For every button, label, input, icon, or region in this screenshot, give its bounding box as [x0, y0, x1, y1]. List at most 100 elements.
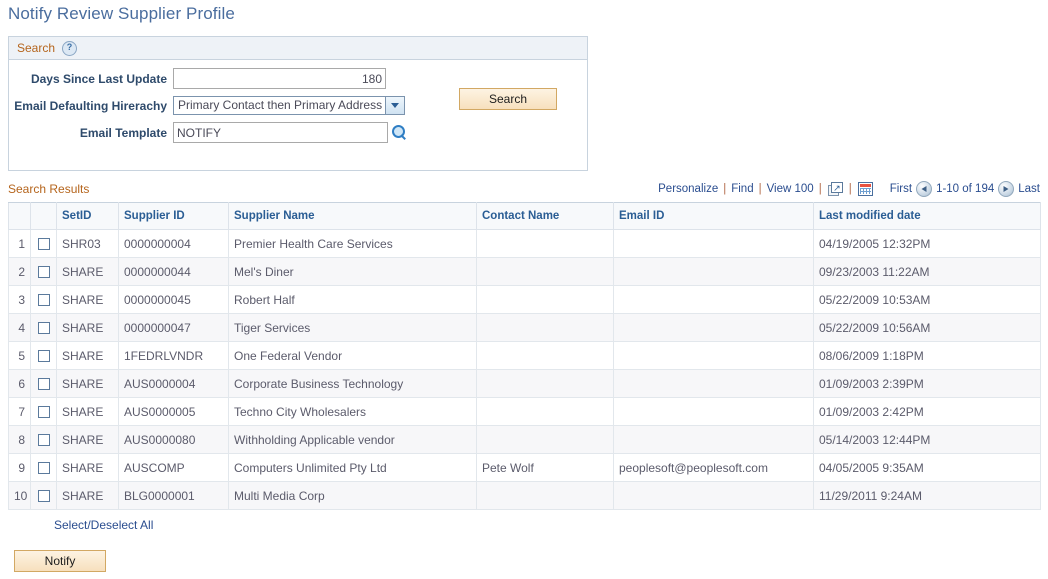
- row-checkbox[interactable]: [37, 490, 50, 503]
- cell-last-modified-date: 05/14/2003 12:44PM: [813, 425, 1041, 454]
- row-checkbox[interactable]: [37, 238, 50, 251]
- cell-supplier-id: 0000000047: [118, 313, 229, 342]
- personalize-link[interactable]: Personalize: [658, 183, 718, 195]
- email-template-input[interactable]: [173, 122, 388, 143]
- row-checkbox[interactable]: [37, 434, 50, 447]
- cell-setid: SHARE: [56, 257, 119, 286]
- row-checkbox[interactable]: [37, 322, 50, 335]
- cell-supplier-id: 0000000004: [118, 229, 229, 258]
- table-row: 9 SHARE AUSCOMP Computers Unlimited Pty Ltd…: [8, 453, 1041, 482]
- cell-email-id: [613, 397, 814, 426]
- search-panel-title: Search: [17, 41, 56, 55]
- email-template-row: Email Template: [9, 122, 587, 143]
- chevron-down-icon[interactable]: [385, 97, 404, 114]
- cell-supplier-name: Withholding Applicable vendor: [228, 425, 477, 454]
- cell-supplier-id: AUSCOMP: [118, 453, 229, 482]
- column-header-supplier-id[interactable]: Supplier ID: [118, 202, 229, 230]
- magnifying-glass-icon[interactable]: [392, 125, 407, 140]
- row-select-cell[interactable]: [30, 313, 57, 342]
- row-select-cell[interactable]: [30, 481, 57, 510]
- row-select-cell[interactable]: [30, 453, 57, 482]
- row-select-cell[interactable]: [30, 425, 57, 454]
- row-number: 1: [8, 229, 31, 258]
- column-header-email-id[interactable]: Email ID: [613, 202, 814, 230]
- cell-email-id: [613, 313, 814, 342]
- cell-email-id: peoplesoft@peoplesoft.com: [613, 453, 814, 482]
- cell-supplier-name: Robert Half: [228, 285, 477, 314]
- cell-email-id: [613, 257, 814, 286]
- row-number: 5: [8, 341, 31, 370]
- row-checkbox[interactable]: [37, 294, 50, 307]
- cell-setid: SHARE: [56, 341, 119, 370]
- column-header-supplier-name[interactable]: Supplier Name: [228, 202, 477, 230]
- select-deselect-all-link[interactable]: Select/Deselect All: [54, 518, 153, 532]
- table-row: 2 SHARE 0000000044 Mel's Diner 09/23/2003 11…: [8, 257, 1041, 286]
- separator: |: [818, 183, 822, 195]
- search-button[interactable]: Search: [459, 88, 557, 110]
- cell-supplier-id: AUS0000004: [118, 369, 229, 398]
- row-select-cell[interactable]: [30, 285, 57, 314]
- cell-contact-name: [476, 285, 614, 314]
- search-results-header: Search Results Personalize | Find | View…: [8, 178, 1040, 200]
- row-checkbox[interactable]: [37, 266, 50, 279]
- row-number: 4: [8, 313, 31, 342]
- cell-setid: SHARE: [56, 481, 119, 510]
- first-page-link[interactable]: First: [890, 183, 912, 195]
- cell-supplier-name: Computers Unlimited Pty Ltd: [228, 453, 477, 482]
- cell-supplier-name: Premier Health Care Services: [228, 229, 477, 258]
- next-page-icon[interactable]: [998, 181, 1015, 197]
- row-select-cell[interactable]: [30, 341, 57, 370]
- find-link[interactable]: Find: [731, 183, 753, 195]
- cell-setid: SHARE: [56, 369, 119, 398]
- table-row: 4 SHARE 0000000047 Tiger Services 05/22/2009…: [8, 313, 1041, 342]
- last-page-link[interactable]: Last: [1018, 183, 1040, 195]
- column-header-setid[interactable]: SetID: [56, 202, 119, 230]
- column-header-last-modified-date[interactable]: Last modified date: [813, 202, 1041, 230]
- search-results-toolbar: Personalize | Find | View 100 | ↗ | Firs…: [658, 181, 1040, 197]
- search-results-title: Search Results: [8, 182, 90, 196]
- row-select-cell[interactable]: [30, 369, 57, 398]
- previous-page-icon[interactable]: [916, 181, 933, 197]
- view-100-link[interactable]: View 100: [767, 183, 814, 195]
- table-row: 10 SHARE BLG0000001 Multi Media Corp 11/29/2…: [8, 481, 1041, 510]
- column-header-contact-name[interactable]: Contact Name: [476, 202, 614, 230]
- table-row: 7 SHARE AUS0000005 Techno City Wholesalers 0…: [8, 397, 1041, 426]
- expand-window-icon[interactable]: ↗: [827, 182, 843, 196]
- notify-button[interactable]: Notify: [14, 550, 106, 572]
- row-checkbox[interactable]: [37, 350, 50, 363]
- row-checkbox[interactable]: [37, 406, 50, 419]
- cell-supplier-id: 1FEDRLVNDR: [118, 341, 229, 370]
- download-spreadsheet-icon[interactable]: [857, 182, 873, 196]
- row-select-cell[interactable]: [30, 397, 57, 426]
- cell-contact-name: [476, 481, 614, 510]
- cell-supplier-name: Multi Media Corp: [228, 481, 477, 510]
- cell-email-id: [613, 285, 814, 314]
- cell-last-modified-date: 11/29/2011 9:24AM: [813, 481, 1041, 510]
- row-checkbox[interactable]: [37, 378, 50, 391]
- row-select-cell[interactable]: [30, 257, 57, 286]
- row-number: 7: [8, 397, 31, 426]
- cell-setid: SHR03: [56, 229, 119, 258]
- row-checkbox[interactable]: [37, 462, 50, 475]
- cell-supplier-id: AUS0000080: [118, 425, 229, 454]
- table-row: 8 SHARE AUS0000080 Withholding Applicable v…: [8, 425, 1041, 454]
- separator: |: [758, 183, 762, 195]
- email-defaulting-hierarchy-select[interactable]: Primary Contact then Primary Address: [173, 96, 405, 115]
- row-select-cell[interactable]: [30, 229, 57, 258]
- table-row: 1 SHR03 0000000004 Premier Health Care Serv…: [8, 229, 1041, 258]
- column-header-select: [30, 202, 57, 230]
- cell-supplier-name: Mel's Diner: [228, 257, 477, 286]
- cell-contact-name: [476, 397, 614, 426]
- cell-last-modified-date: 04/05/2005 9:35AM: [813, 453, 1041, 482]
- separator: |: [723, 183, 727, 195]
- help-question-icon[interactable]: ?: [62, 40, 78, 56]
- days-since-last-update-input[interactable]: [173, 68, 386, 89]
- pager: First 1-10 of 194 Last: [890, 181, 1040, 197]
- cell-last-modified-date: 05/22/2009 10:53AM: [813, 285, 1041, 314]
- page-title: Notify Review Supplier Profile: [8, 4, 235, 23]
- cell-email-id: [613, 229, 814, 258]
- page-range-label: 1-10 of 194: [936, 183, 995, 195]
- cell-setid: SHARE: [56, 425, 119, 454]
- table-row: 5 SHARE 1FEDRLVNDR One Federal Vendor 08/06/…: [8, 341, 1041, 370]
- cell-email-id: [613, 341, 814, 370]
